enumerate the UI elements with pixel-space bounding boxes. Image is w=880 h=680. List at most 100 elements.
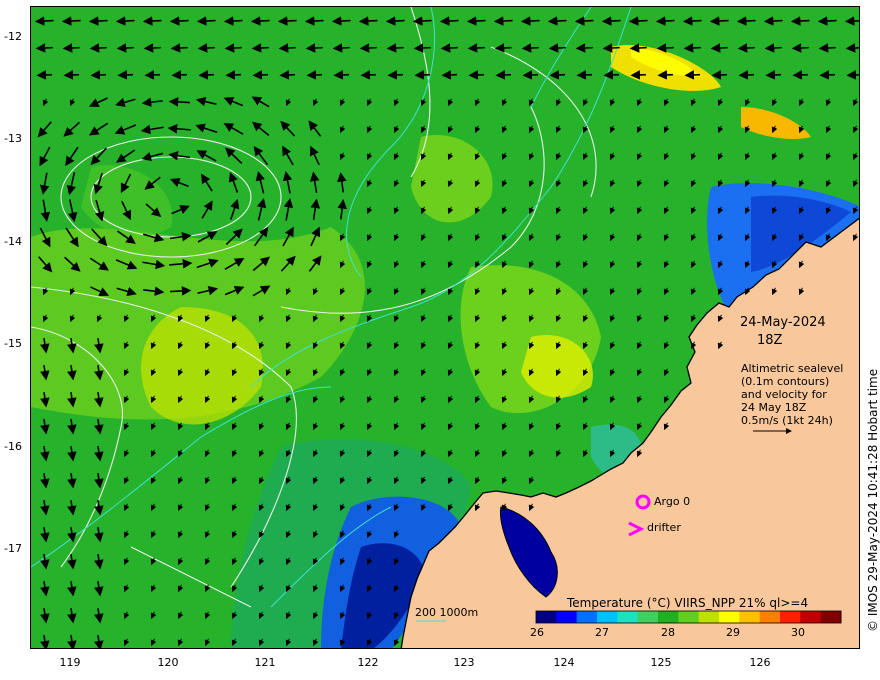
velocity-arrow (360, 70, 376, 80)
map-canvas[interactable] (31, 7, 860, 649)
velocity-arrow (144, 70, 160, 80)
colorbar (535, 610, 842, 624)
velocity-arrow (549, 70, 565, 80)
velocity-arrow (765, 70, 781, 80)
y-tick-15: -15 (4, 337, 22, 350)
credit-text: © IMOS 29-May-2024 10:41:28 Hobart time (866, 368, 880, 632)
velocity-arrow (36, 70, 52, 80)
velocity-arrow (468, 70, 484, 80)
info-line-3: and velocity for (741, 388, 827, 401)
x-tick-125: 125 (650, 656, 672, 669)
velocity-arrow (738, 70, 754, 80)
velocity-arrow (520, 16, 540, 26)
velocity-arrow (792, 70, 808, 80)
y-tick-16: -16 (4, 440, 22, 453)
velocity-arrow (412, 16, 432, 26)
y-tick-14: -14 (4, 235, 22, 248)
velocity-arrow (306, 70, 322, 80)
velocity-arrow (169, 16, 189, 26)
velocity-arrow (197, 43, 215, 53)
colorbar-swatch (637, 611, 659, 623)
colorbar-tick-29: 29 (726, 626, 740, 639)
velocity-arrow (168, 97, 190, 107)
map-frame[interactable] (30, 6, 860, 649)
velocity-arrow (574, 16, 594, 26)
velocity-arrow (630, 70, 646, 80)
velocity-arrow (116, 43, 134, 53)
velocity-arrow (709, 16, 729, 26)
velocity-arrow (413, 43, 431, 53)
colorbar-swatch (536, 611, 557, 623)
date-label: 24-May-2024 (740, 315, 826, 330)
velocity-arrow (34, 16, 54, 26)
colorbar-swatch (658, 611, 679, 623)
velocity-arrow (225, 70, 241, 80)
velocity-arrow (198, 70, 214, 80)
velocity-arrow (278, 43, 296, 53)
colorbar-swatch (739, 611, 761, 623)
info-line-2: (0.1m contours) (741, 375, 830, 388)
velocity-arrow (655, 16, 675, 26)
colorbar-tick-30: 30 (791, 626, 805, 639)
velocity-arrow (331, 16, 351, 26)
velocity-arrow (115, 16, 135, 26)
velocity-arrow (386, 43, 404, 53)
time-label: 18Z (757, 333, 783, 348)
velocity-arrow (251, 43, 269, 53)
velocity-arrow (277, 16, 297, 26)
velocity-arrow (711, 70, 727, 80)
velocity-arrow (683, 43, 701, 53)
velocity-arrow (250, 16, 270, 26)
velocity-arrow (143, 43, 161, 53)
velocity-arrow (819, 70, 835, 80)
velocity-arrow (790, 16, 810, 26)
velocity-arrow (684, 70, 700, 80)
colorbar-swatch (576, 611, 598, 623)
colorbar-swatch (678, 611, 700, 623)
velocity-arrow (142, 16, 162, 26)
velocity-arrow (385, 16, 405, 26)
velocity-arrow (89, 43, 107, 53)
velocity-arrow (737, 43, 755, 53)
info-line-5: 0.5m/s (1kt 24h) (741, 414, 833, 427)
velocity-arrow (494, 43, 512, 53)
velocity-arrow (358, 16, 378, 26)
velocity-arrow (90, 70, 106, 80)
y-tick-13: -13 (4, 132, 22, 145)
velocity-arrow (279, 70, 295, 80)
colorbar-swatch (759, 611, 781, 623)
velocity-arrow (656, 43, 674, 53)
x-tick-124: 124 (553, 656, 575, 669)
velocity-arrow (682, 16, 702, 26)
velocity-arrow (521, 43, 539, 53)
velocity-arrow (493, 16, 513, 26)
colorbar-tick-28: 28 (661, 626, 675, 639)
velocity-arrow (359, 43, 377, 53)
x-tick-121: 121 (254, 656, 276, 669)
velocity-arrow (223, 16, 243, 26)
x-tick-126: 126 (749, 656, 771, 669)
colorbar-swatch (800, 611, 822, 623)
velocity-arrow (117, 70, 133, 80)
colorbar-swatch (556, 611, 578, 623)
velocity-arrow (63, 70, 79, 80)
velocity-arrow (333, 70, 349, 80)
velocity-arrow (62, 43, 80, 53)
isobath-label: 200 1000m (415, 606, 479, 619)
velocity-arrow (252, 70, 268, 80)
velocity-arrow (547, 16, 567, 26)
y-tick-17: -17 (4, 542, 22, 555)
x-tick-120: 120 (157, 656, 179, 669)
velocity-arrow (304, 16, 324, 26)
velocity-arrow (657, 70, 673, 80)
velocity-arrow (495, 70, 511, 80)
velocity-arrow (602, 43, 620, 53)
velocity-arrow (817, 16, 837, 26)
velocity-arrow (844, 16, 859, 26)
velocity-arrow (576, 70, 592, 80)
velocity-arrow (846, 70, 859, 80)
velocity-arrow (818, 43, 836, 53)
velocity-arrow (629, 43, 647, 53)
velocity-arrow (791, 43, 809, 53)
argo-label: Argo 0 (654, 495, 691, 508)
